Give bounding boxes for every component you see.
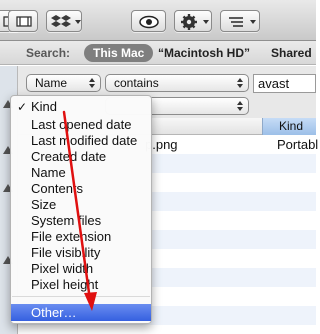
popup-arrows-icon: [237, 101, 243, 111]
menu-item-label: Last modified date: [31, 133, 138, 148]
menu-item-label: File extension: [31, 229, 112, 244]
kind-column-header[interactable]: Kind: [262, 118, 316, 135]
menu-item-label: Size: [31, 197, 57, 212]
search-scope-bar: Search: This Mac “Macintosh HD” Shared: [0, 41, 316, 65]
attribute-popup[interactable]: Name: [26, 74, 101, 92]
attribute-popup-label: Name: [35, 76, 68, 90]
menu-item-file-visibility[interactable]: File visibility: [11, 245, 151, 261]
action-gear-icon: [181, 14, 209, 30]
scope-macintosh-hd[interactable]: “Macintosh HD”: [158, 46, 250, 60]
menu-item-label: Pixel height: [31, 277, 99, 292]
quick-look-button[interactable]: [131, 10, 166, 32]
search-scope-label: Search:: [26, 46, 71, 60]
menu-item-name[interactable]: Name: [11, 165, 151, 181]
menu-item-file-extension[interactable]: File extension: [11, 229, 151, 245]
menu-item-last-opened-date[interactable]: Last opened date: [11, 117, 151, 133]
cover-flow-button[interactable]: [8, 10, 38, 32]
scope-this-mac[interactable]: This Mac: [84, 44, 154, 62]
finder-toolbar: [0, 0, 316, 41]
quick-look-icon: [139, 15, 159, 29]
file-kind: Portabl: [277, 137, 319, 152]
menu-item-label: System files: [31, 213, 102, 228]
menu-item-pixel-width[interactable]: Pixel width: [11, 261, 151, 277]
checkmark-icon: ✓: [17, 100, 28, 114]
popup-arrows-icon: [237, 78, 243, 88]
menu-item-label: Contents: [31, 181, 84, 196]
menu-item-contents[interactable]: Contents: [11, 181, 151, 197]
menu-item-label: File visibility: [31, 245, 101, 260]
menu-item-label: Created date: [31, 149, 107, 164]
menu-item-label: Other…: [31, 305, 77, 320]
menu-item-label: Name: [31, 165, 66, 180]
action-gear-button[interactable]: [174, 10, 212, 32]
menu-item-label: Kind: [31, 99, 58, 114]
menu-item-kind[interactable]: ✓ Kind: [11, 99, 151, 115]
search-value-field[interactable]: avast: [253, 74, 316, 93]
menu-item-label: Last opened date: [31, 117, 132, 132]
menu-item-size[interactable]: Size: [11, 197, 151, 213]
menu-item-system-files[interactable]: System files: [11, 213, 151, 229]
dropbox-button[interactable]: [46, 10, 82, 32]
popup-arrows-icon: [89, 78, 95, 88]
cover-flow-icon: [16, 16, 32, 27]
operator-popup[interactable]: contains: [105, 74, 249, 92]
scope-shared[interactable]: Shared: [271, 46, 312, 60]
arrange-button[interactable]: [220, 10, 260, 32]
dropbox-icon: [51, 15, 81, 27]
menu-item-other[interactable]: Other…: [11, 304, 151, 321]
operator-popup-label: contains: [114, 76, 159, 90]
menu-item-created-date[interactable]: Created date: [11, 149, 151, 165]
menu-separator: [12, 296, 150, 297]
menu-item-pixel-height[interactable]: Pixel height: [11, 277, 151, 293]
menu-item-last-modified-date[interactable]: Last modified date: [11, 133, 151, 149]
attribute-menu: ✓ Kind Last opened date Last modified da…: [10, 95, 152, 324]
arrange-icon: [229, 17, 256, 27]
menu-item-label: Pixel width: [31, 261, 94, 276]
